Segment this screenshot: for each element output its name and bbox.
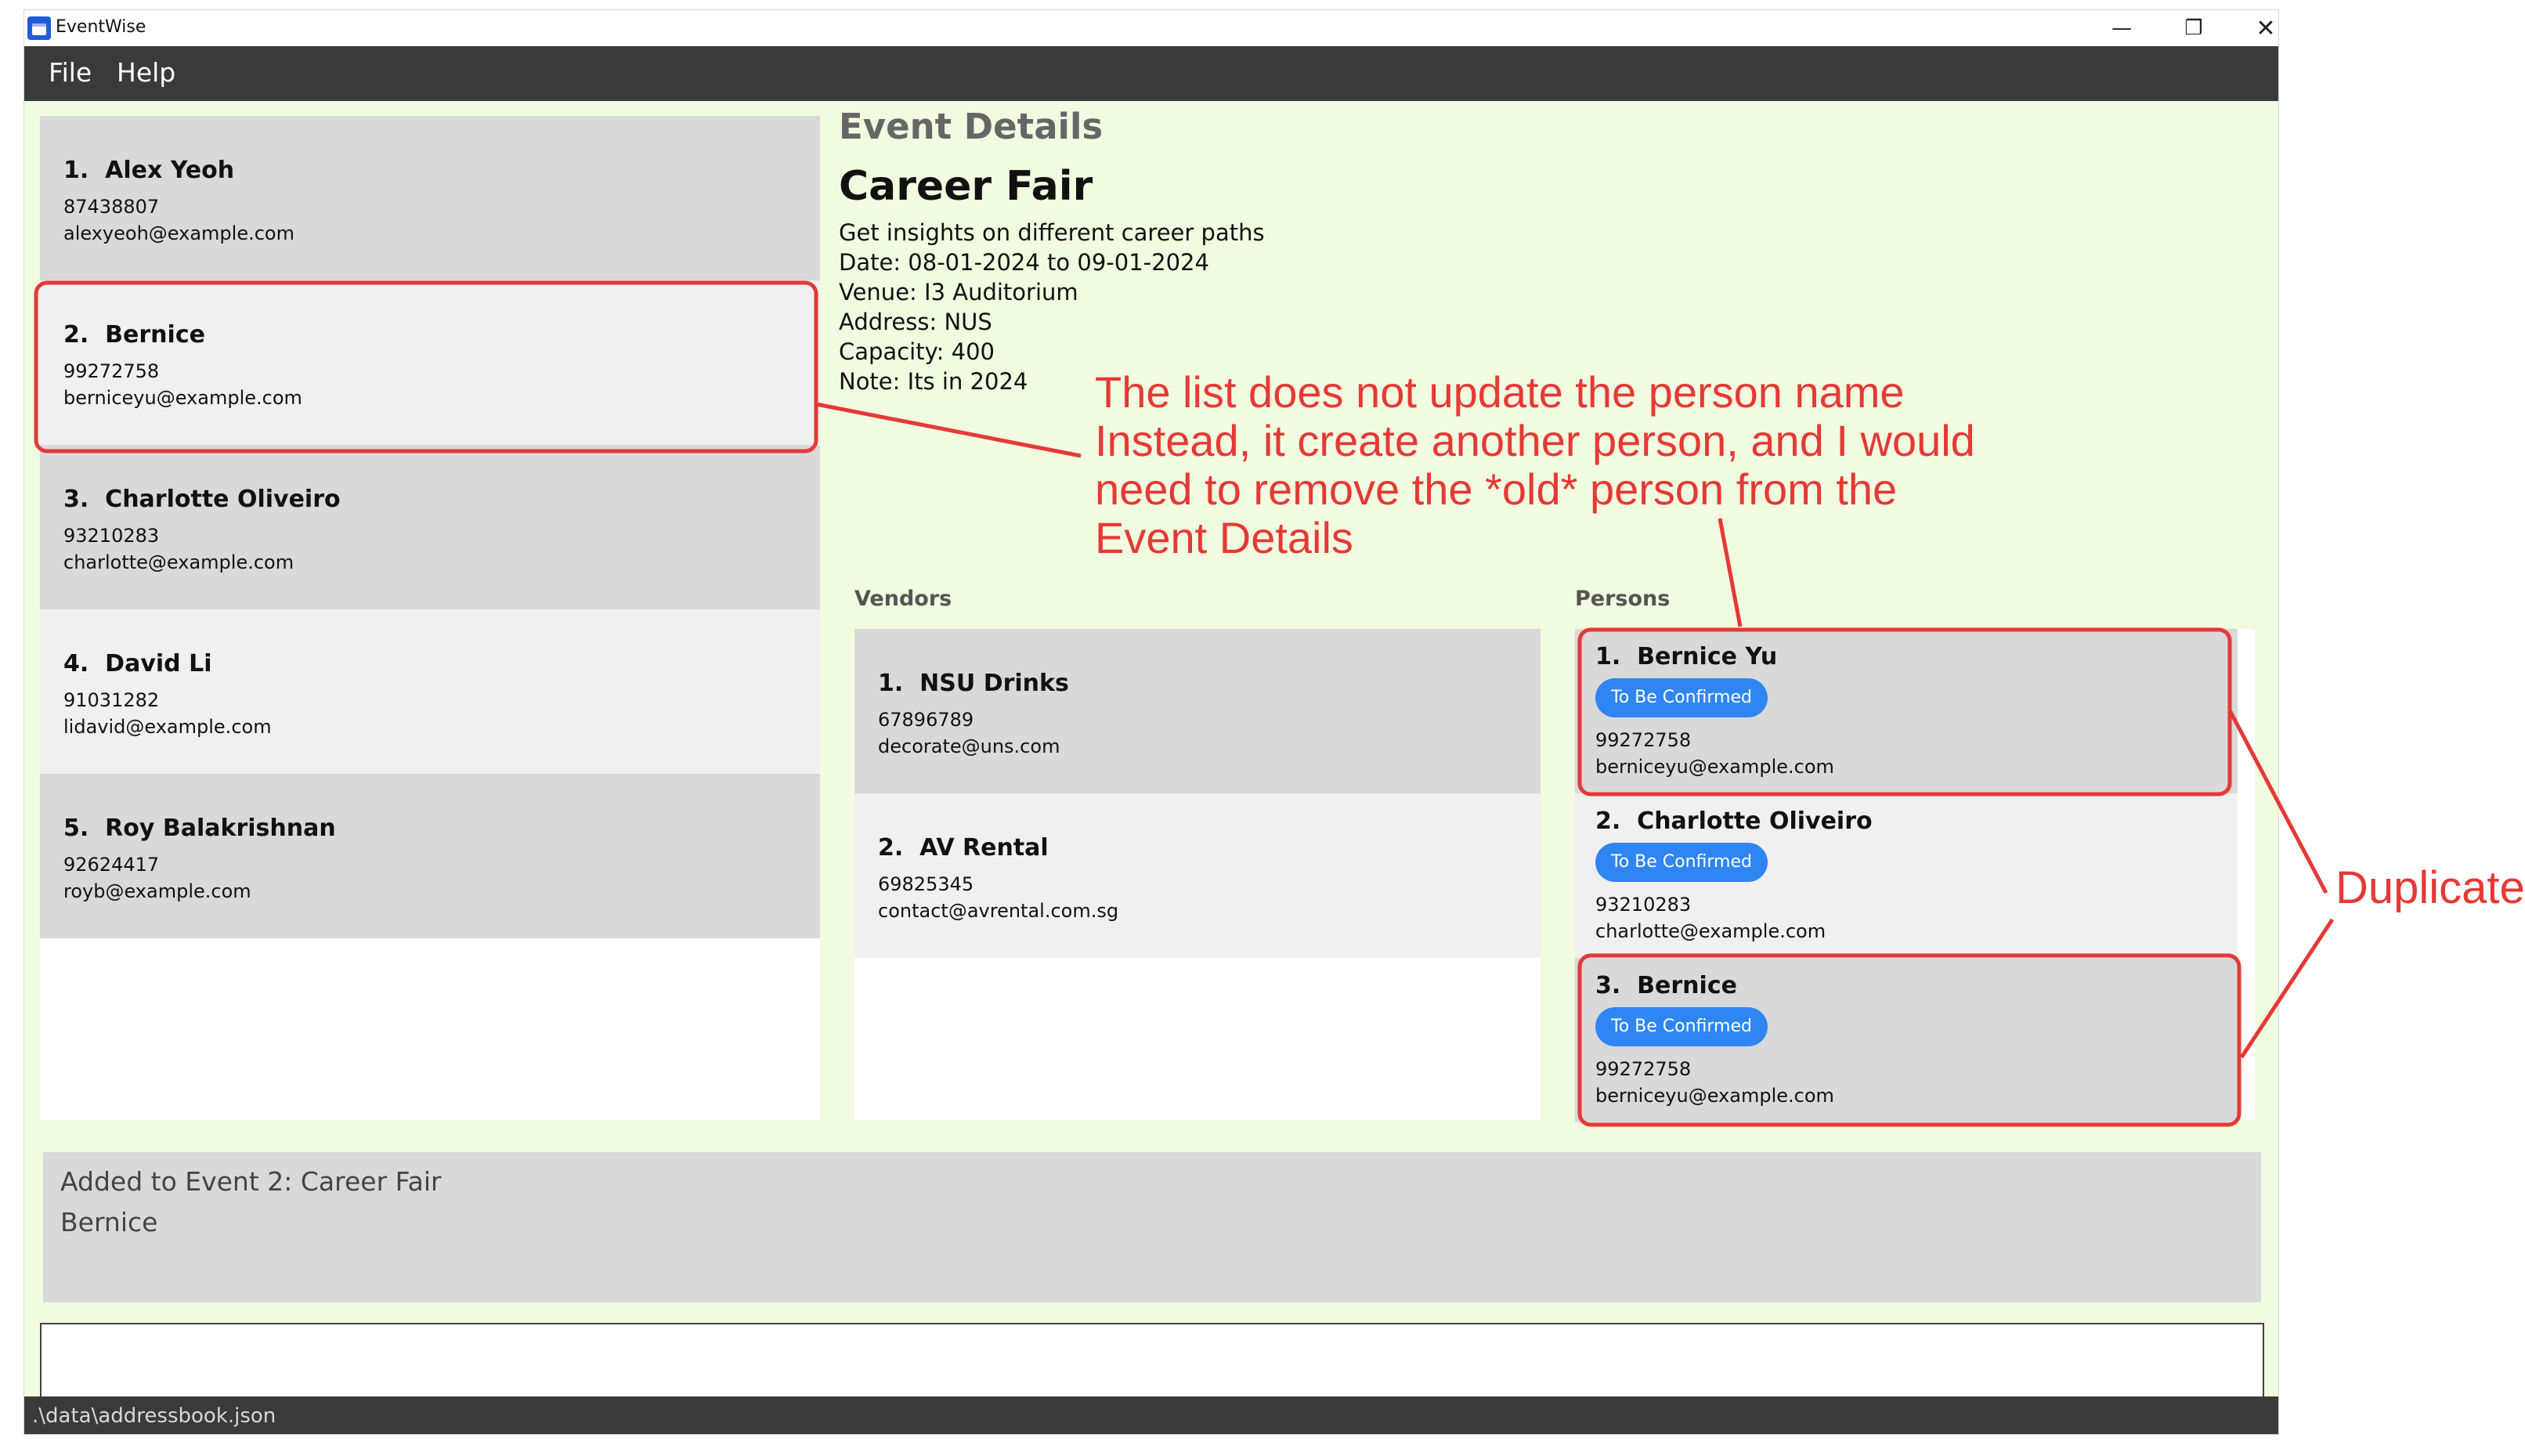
event-venue: Venue: I3 Auditorium <box>839 279 1078 305</box>
event-note: Note: Its in 2024 <box>839 368 1028 395</box>
event-description: Get insights on different career paths <box>839 219 1265 246</box>
status-bar: .\data\addressbook.json <box>24 1396 2278 1434</box>
person-phone: 91031282 <box>63 689 160 711</box>
event-person-email: charlotte@example.com <box>1595 920 1826 942</box>
person-card[interactable]: 4. David Li 91031282 lidavid@example.com <box>40 609 820 774</box>
event-person-name: 1. Bernice Yu <box>1595 643 1778 670</box>
event-person-phone: 99272758 <box>1595 1058 1692 1080</box>
event-person-email: berniceyu@example.com <box>1595 756 1834 778</box>
person-email: royb@example.com <box>63 880 251 902</box>
person-phone: 92624417 <box>63 854 160 876</box>
title-bar: EventWise — ❐ ✕ <box>24 10 2278 46</box>
status-badge: To Be Confirmed <box>1595 843 1768 882</box>
result-message: Added to Event 2: Career Fair <box>60 1166 442 1197</box>
person-card[interactable]: 3. Charlotte Oliveiro 93210283 charlotte… <box>40 445 820 609</box>
person-card[interactable]: 1. Alex Yeoh 87438807 alexyeoh@example.c… <box>40 116 820 280</box>
vendor-phone: 69825345 <box>878 873 974 895</box>
person-phone: 87438807 <box>63 196 160 218</box>
maximize-button[interactable]: ❐ <box>2158 10 2230 46</box>
calendar-icon <box>27 16 51 40</box>
menu-help[interactable]: Help <box>117 57 175 88</box>
event-details-heading: Event Details <box>839 106 1104 147</box>
person-phone: 99272758 <box>63 360 160 382</box>
person-email: charlotte@example.com <box>63 551 294 573</box>
vendor-phone: 67896789 <box>878 709 974 731</box>
person-name: 5. Roy Balakrishnan <box>63 815 336 842</box>
app-window: EventWise — ❐ ✕ File Help 1. Alex Yeoh 8… <box>23 9 2279 1435</box>
annotation-line: The list does not update the person name <box>1095 367 1905 417</box>
person-phone: 93210283 <box>63 525 160 547</box>
vendor-email: contact@avrental.com.sg <box>878 900 1119 922</box>
vendor-card[interactable]: 2. AV Rental 69825345 contact@avrental.c… <box>854 793 1541 958</box>
event-person-card[interactable]: 1. Bernice Yu To Be Confirmed 99272758 b… <box>1575 629 2238 793</box>
person-name: 1. Alex Yeoh <box>63 157 235 184</box>
annotation-explanation: The list does not update the person name… <box>1095 368 1975 562</box>
event-name: Career Fair <box>839 163 1093 210</box>
status-badge: To Be Confirmed <box>1595 678 1768 717</box>
event-person-list[interactable]: 1. Bernice Yu To Be Confirmed 99272758 b… <box>1575 629 2255 1122</box>
event-capacity: Capacity: 400 <box>839 338 995 365</box>
restore-icon: ❐ <box>2184 16 2203 40</box>
event-person-name: 3. Bernice <box>1595 972 1737 999</box>
annotation-line: need to remove the *old* person from the <box>1095 464 1898 514</box>
minimize-button[interactable]: — <box>2086 10 2158 46</box>
status-badge: To Be Confirmed <box>1595 1007 1768 1046</box>
person-email: lidavid@example.com <box>63 716 272 738</box>
event-date: Date: 08-01-2024 to 09-01-2024 <box>839 249 1209 276</box>
event-person-email: berniceyu@example.com <box>1595 1085 1834 1107</box>
vendor-email: decorate@uns.com <box>878 735 1060 757</box>
save-file-path: .\data\addressbook.json <box>32 1404 276 1428</box>
event-person-name: 2. Charlotte Oliveiro <box>1595 807 1873 835</box>
vendors-label: Vendors <box>854 587 952 611</box>
menu-bar: File Help <box>24 46 2278 101</box>
person-name: 3. Charlotte Oliveiro <box>63 486 341 513</box>
minimize-icon: — <box>2111 16 2132 40</box>
event-address: Address: NUS <box>839 309 992 335</box>
menu-file[interactable]: File <box>49 57 92 88</box>
event-person-card[interactable]: 2. Charlotte Oliveiro To Be Confirmed 93… <box>1575 793 2238 958</box>
person-list[interactable]: 1. Alex Yeoh 87438807 alexyeoh@example.c… <box>40 116 820 1120</box>
vendor-name: 1. NSU Drinks <box>878 670 1069 697</box>
window-title: EventWise <box>56 17 146 37</box>
close-icon: ✕ <box>2256 14 2276 42</box>
result-detail: Bernice <box>60 1207 158 1237</box>
person-card[interactable]: 2. Bernice 99272758 berniceyu@example.co… <box>40 280 820 445</box>
event-person-phone: 93210283 <box>1595 894 1692 916</box>
annotation-duplicate: Duplicate <box>2335 862 2525 913</box>
annotation-line: Event Details <box>1095 513 1353 562</box>
person-email: berniceyu@example.com <box>63 387 302 409</box>
person-card[interactable]: 5. Roy Balakrishnan 92624417 royb@exampl… <box>40 774 820 938</box>
person-name: 2. Bernice <box>63 321 205 349</box>
result-display: Added to Event 2: Career Fair Bernice <box>43 1152 2261 1302</box>
event-person-card[interactable]: 3. Bernice To Be Confirmed 99272758 bern… <box>1575 958 2238 1122</box>
persons-label: Persons <box>1575 587 1671 611</box>
close-button[interactable]: ✕ <box>2230 10 2278 46</box>
person-name: 4. David Li <box>63 650 212 677</box>
vendor-card[interactable]: 1. NSU Drinks 67896789 decorate@uns.com <box>854 629 1541 793</box>
person-email: alexyeoh@example.com <box>63 222 294 244</box>
vendor-list[interactable]: 1. NSU Drinks 67896789 decorate@uns.com … <box>854 629 1541 1120</box>
vendor-name: 2. AV Rental <box>878 834 1049 862</box>
event-person-phone: 99272758 <box>1595 729 1692 751</box>
annotation-line: Instead, it create another person, and I… <box>1095 416 1975 465</box>
